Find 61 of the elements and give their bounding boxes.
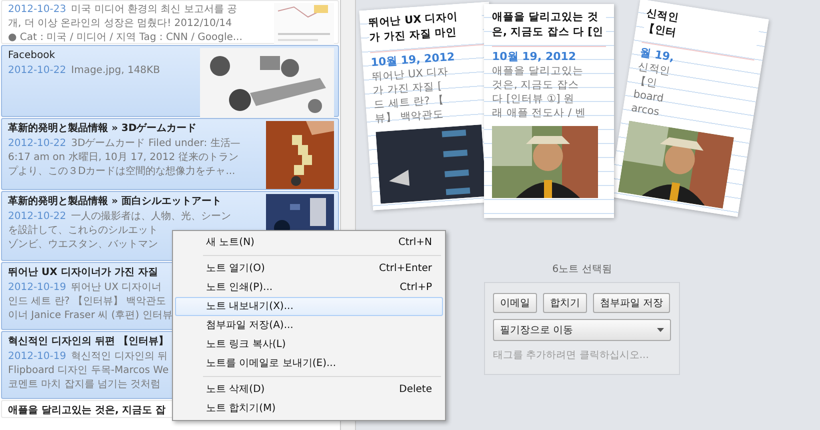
menu-label: 첨부파일 저장(A)... <box>206 319 294 333</box>
tag-field[interactable]: 태그를 추가하려면 클릭하십시오... <box>493 347 671 364</box>
note-title: 혁신적인 디자인의 뒤편 【인터뷰】 <box>8 334 168 349</box>
snippet-text: ゾンビ、ウエスタン、バットマン <box>8 239 158 250</box>
card-text: 뷰】 백악관도 <box>374 108 446 126</box>
menu-label: 노트를 이메일로 보내기(E)... <box>206 357 336 371</box>
snippet-text: 3Dゲームカード Filed under: 生活— <box>71 138 240 149</box>
snippet-text: 혁신적인 디자인의 뒤 <box>71 351 168 362</box>
note-date: 2012-10-19 <box>8 351 66 362</box>
note-date: 2012-10-22 <box>8 65 66 76</box>
note-item[interactable]: 2012-10-23 미국 미디어 환경의 최신 보고서를 공 개, 더 이상 온라인의 성장은 멈췄다! 2012/10/14 ● Cat : 미국 / 미디어 / 지역 Tag : CNN / Google... <box>1 0 339 44</box>
card-title: 애플을 달리고있는 것 <box>492 10 606 25</box>
card-text: 래 애플 전도사 / 벤 <box>492 106 587 120</box>
snippet-text: 미국 미디어 환경의 최신 보고서를 공 <box>71 4 238 15</box>
action-button[interactable]: 합치기 <box>543 293 587 313</box>
action-button[interactable]: 첨부파일 저장 <box>593 293 670 313</box>
note-date: 2012-10-23 <box>8 4 66 15</box>
note-item[interactable]: 革新的発明と製品情報 » 3Dゲームカード 2012-10-22 3Dゲームカード Filed under: 生活— 6:17 am on 水曜日, 10月 17, 2012 従来のトラン プより、この３Dカードは空間的な想像力をチャ... <box>1 118 339 190</box>
card-text: 드 세트 란? 【 <box>373 94 446 111</box>
menu-label: 노트 합치기(M) <box>206 402 276 416</box>
snippet-text: 6:17 am on 水曜日, 10月 17, 2012 従来のトラン <box>8 152 238 163</box>
card-text: 다 [인터뷰 ①] 원 <box>492 92 576 106</box>
menu-item[interactable]: 노트 내보내기(X)... <box>175 297 443 316</box>
snippet-text: 인드 세트 란? 【인터뷰】 백악관도 <box>8 296 166 307</box>
dropdown-arrow-icon <box>657 328 664 332</box>
menu-label: 노트 열기(O) <box>206 262 265 276</box>
menu-label: 노트 링크 복사(L) <box>206 338 286 352</box>
card-text: 것은, 지금도 잡스 <box>492 78 580 92</box>
note-title: 革新的発明と製品情報 » 3Dゲームカード <box>8 121 197 136</box>
snippet-text: 뛰어난 UX 디자이너 <box>71 282 162 293</box>
note-title: Facebook <box>8 49 55 63</box>
note-title: 애플을 달리고있는 것은, 지금도 잡 <box>8 404 166 418</box>
note-date: 2012-10-19 <box>8 282 66 293</box>
snippet-text: Flipboard 디자인 두목-Marcos We <box>8 365 169 376</box>
note-item[interactable]: Facebook 2012-10-22 Image.jpg, 148KB <box>1 45 339 117</box>
snippet-text: 一人の撮影者は、人物、光、シーン <box>71 211 232 222</box>
snippet-text: を設計して、これらのシルエット <box>8 225 158 236</box>
card-text: 애플을 달리고있는 <box>492 64 584 78</box>
menu-shortcut: Ctrl+P <box>400 281 432 295</box>
notebook-dropdown[interactable]: 필기장으로 이동 <box>493 319 671 341</box>
note-title: 革新的発明と製品情報 » 面白シルエットアート <box>8 194 222 209</box>
menu-shortcut: Ctrl+Enter <box>378 262 432 276</box>
card-title: 은, 지금도 잡스 다 [인 <box>492 25 606 40</box>
action-button[interactable]: 이메일 <box>493 293 537 313</box>
note-date: 2012-10-22 <box>8 138 66 149</box>
snippet-text: Image.jpg, 148KB <box>71 65 160 76</box>
snippet-text: 이너 Janice Fraser 씨 (후편) 인터뷰 <box>8 310 172 321</box>
menu-label: 노트 삭제(D) <box>206 383 265 397</box>
note-title: 뛰어난 UX 디자이너가 가진 자질 <box>8 266 158 280</box>
menu-label: 노트 인쇄(P)... <box>206 281 273 295</box>
snippet-text: プより、この３Dカードは空間的な想像力をチャ... <box>8 166 236 177</box>
snippet-text: 개, 더 이상 온라인의 성장은 멈췄다! 2012/10/14 <box>8 18 232 29</box>
selection-count: 6노트 선택됨 <box>552 263 612 276</box>
snippet-text: 코멘트 마치 잡지를 넘기는 것처럼 <box>8 379 161 390</box>
note-date: 2012-10-22 <box>8 211 66 222</box>
snippet-text: ● Cat : 미국 / 미디어 / 지역 Tag : CNN / Google... <box>8 32 242 43</box>
card-date: 10월 19, 2012 <box>492 46 606 64</box>
menu-label: 새 노트(N) <box>206 236 254 250</box>
menu-shortcut: Ctrl+N <box>398 236 432 250</box>
menu-label: 노트 내보내기(X)... <box>206 300 294 314</box>
menu-shortcut: Delete <box>399 383 432 397</box>
